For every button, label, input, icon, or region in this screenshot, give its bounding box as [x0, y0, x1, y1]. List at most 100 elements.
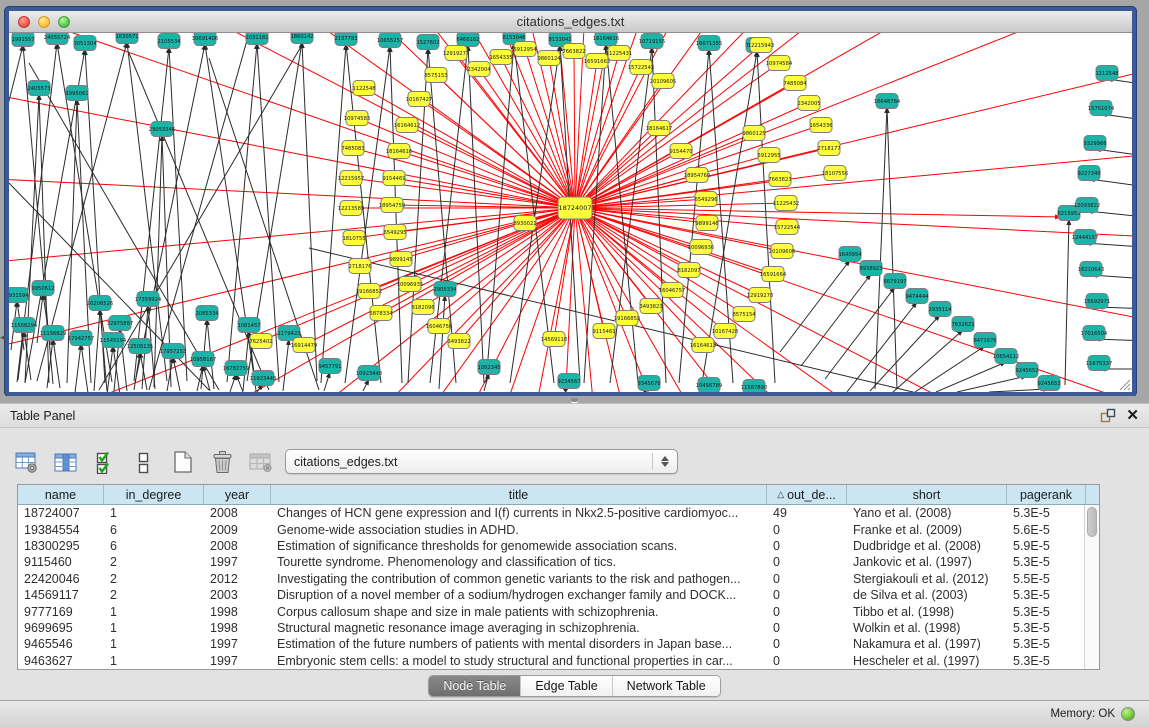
- graph-node[interactable]: 7663823: [768, 172, 791, 187]
- table-row[interactable]: 969969511998Structural magnetic resonanc…: [18, 620, 1099, 636]
- table-row[interactable]: 911546021997Tourette syndrome. Phenomeno…: [18, 554, 1099, 570]
- graph-hub-node[interactable]: 18724007: [558, 197, 592, 219]
- table-cell[interactable]: 0: [767, 620, 847, 636]
- table-cell[interactable]: 0: [767, 521, 847, 537]
- graph-node[interactable]: 16782759: [223, 361, 249, 376]
- graph-node[interactable]: 1122548: [352, 81, 375, 96]
- graph-node[interactable]: 8471676: [973, 333, 996, 348]
- graph-node[interactable]: 2085334: [195, 306, 219, 321]
- graph-node[interactable]: 9950612: [31, 281, 54, 296]
- graph-node[interactable]: 9899145: [389, 252, 412, 267]
- citation-edge-red[interactable]: [399, 151, 575, 208]
- graph-node[interactable]: 1527602: [416, 35, 439, 50]
- graph-node[interactable]: 2718177: [817, 141, 840, 156]
- citation-edge-black[interactable]: [149, 33, 249, 390]
- citation-edge-black[interactable]: [18, 331, 24, 380]
- graph-node[interactable]: 17942757: [68, 331, 94, 346]
- citation-edge-black[interactable]: [780, 260, 850, 352]
- minimize-window-button[interactable]: [38, 16, 50, 28]
- graph-node[interactable]: 16046756: [426, 319, 452, 334]
- citation-edge-black[interactable]: [486, 43, 514, 383]
- table-cell[interactable]: 0: [767, 587, 847, 603]
- graph-node[interactable]: 17957253: [160, 344, 186, 359]
- graph-node[interactable]: 1640954: [838, 247, 862, 262]
- table-cell[interactable]: Tourette syndrome. Phenomenology and cla…: [271, 554, 767, 570]
- citation-edge-black[interactable]: [801, 274, 871, 366]
- table-cell[interactable]: 5.9E-5: [1007, 538, 1086, 554]
- table-cell[interactable]: 5.6E-5: [1007, 521, 1086, 537]
- citation-edge-black[interactable]: [439, 295, 445, 389]
- graph-node[interactable]: 2137783: [334, 33, 357, 46]
- graph-node[interactable]: 11156829: [40, 326, 66, 341]
- graph-node[interactable]: 9245653: [1037, 376, 1060, 391]
- graph-node[interactable]: 12444157: [1072, 230, 1098, 245]
- graph-svg[interactable]: 1991557240557243051304163057121055343069…: [9, 33, 1132, 392]
- table-cell[interactable]: 5.3E-5: [1007, 603, 1086, 619]
- graph-node[interactable]: 9115461: [592, 324, 615, 339]
- citation-edge-black[interactable]: [107, 346, 113, 392]
- graph-node[interactable]: 11568294: [11, 318, 38, 333]
- graph-node[interactable]: 16210643: [1078, 262, 1104, 277]
- graph-node[interactable]: 9234567: [557, 374, 580, 389]
- graph-node[interactable]: 7625402: [249, 334, 272, 349]
- table-mode-button[interactable]: [14, 449, 40, 475]
- graph-node[interactable]: 18107556: [822, 166, 848, 181]
- citation-edge-black[interactable]: [135, 44, 205, 383]
- graph-node[interactable]: 1081457: [237, 318, 260, 333]
- citation-edge-black[interactable]: [81, 344, 88, 392]
- graph-node[interactable]: 6466162: [456, 33, 479, 47]
- table-cell[interactable]: Tibbo et al. (1998): [847, 603, 1007, 619]
- table-row[interactable]: 946362711997Embryonic stem cells: a mode…: [18, 653, 1099, 669]
- table-cell[interactable]: 22420046: [18, 571, 104, 587]
- citation-edge-red[interactable]: [575, 67, 641, 208]
- graph-node[interactable]: 19166852: [356, 284, 382, 299]
- graph-node[interactable]: 8930021: [513, 216, 536, 231]
- graph-node[interactable]: 5912954: [513, 42, 537, 57]
- graph-node[interactable]: 12919277: [443, 46, 469, 61]
- graph-node[interactable]: 10923448: [356, 366, 382, 381]
- citation-edge-black[interactable]: [610, 47, 652, 383]
- select-all-columns-button[interactable]: [92, 449, 118, 475]
- citation-edge-black[interactable]: [875, 107, 887, 389]
- table-cell[interactable]: 1: [104, 603, 204, 619]
- graph-node[interactable]: 16046757: [659, 283, 685, 298]
- graph-node[interactable]: 9329966: [1083, 136, 1106, 151]
- graph-node[interactable]: 10719155: [639, 34, 665, 49]
- tab-edge-table[interactable]: Edge Table: [521, 676, 612, 696]
- graph-node[interactable]: 1630571: [115, 33, 138, 44]
- table-cell[interactable]: Changes of HCN gene expression and I(f) …: [271, 505, 767, 521]
- graph-node[interactable]: 7663822: [562, 44, 585, 59]
- collapse-panel-arrow-icon[interactable]: ◂: [0, 332, 5, 343]
- graph-node[interactable]: 20206526: [87, 296, 113, 311]
- table-row[interactable]: 1872400712008Changes of HCN gene express…: [18, 505, 1099, 521]
- citation-edge-black[interactable]: [9, 45, 23, 384]
- graph-node[interactable]: 3493822: [447, 334, 470, 349]
- graph-node[interactable]: 11923448: [250, 371, 276, 386]
- graph-node[interactable]: 11225431: [606, 46, 632, 61]
- graph-node[interactable]: 18164617: [646, 121, 672, 136]
- table-cell[interactable]: 18724007: [18, 505, 104, 521]
- table-cell[interactable]: 9465546: [18, 636, 104, 652]
- citation-edge-black[interactable]: [127, 42, 167, 381]
- table-cell[interactable]: 2: [104, 554, 204, 570]
- attribute-table[interactable]: namein_degreeyeartitle△out_de...shortpag…: [17, 484, 1100, 670]
- graph-node[interactable]: 10096936: [688, 240, 714, 255]
- graph-node[interactable]: 12215943: [748, 38, 774, 53]
- graph-node[interactable]: 6549296: [694, 192, 717, 207]
- table-cell[interactable]: 2012: [204, 571, 271, 587]
- graph-node[interactable]: 10958187: [190, 352, 216, 367]
- create-column-button[interactable]: [170, 449, 196, 475]
- scrollbar-thumb[interactable]: [1087, 507, 1097, 537]
- table-cell[interactable]: Embryonic stem cells: a model to study s…: [271, 653, 767, 669]
- table-cell[interactable]: 1998: [204, 603, 271, 619]
- citation-edge-red[interactable]: [575, 208, 760, 295]
- citation-edge-red[interactable]: [9, 208, 575, 291]
- citation-edge-black[interactable]: [302, 42, 317, 381]
- citation-edge-red[interactable]: [501, 57, 575, 208]
- graph-node[interactable]: 16914479: [291, 338, 317, 353]
- citation-edge-red[interactable]: [574, 51, 575, 208]
- citation-edge-black[interactable]: [915, 346, 985, 392]
- table-cell[interactable]: Franke et al. (2009): [847, 521, 1007, 537]
- citation-edge-black[interactable]: [324, 372, 330, 391]
- graph-node[interactable]: 1995061: [65, 86, 88, 101]
